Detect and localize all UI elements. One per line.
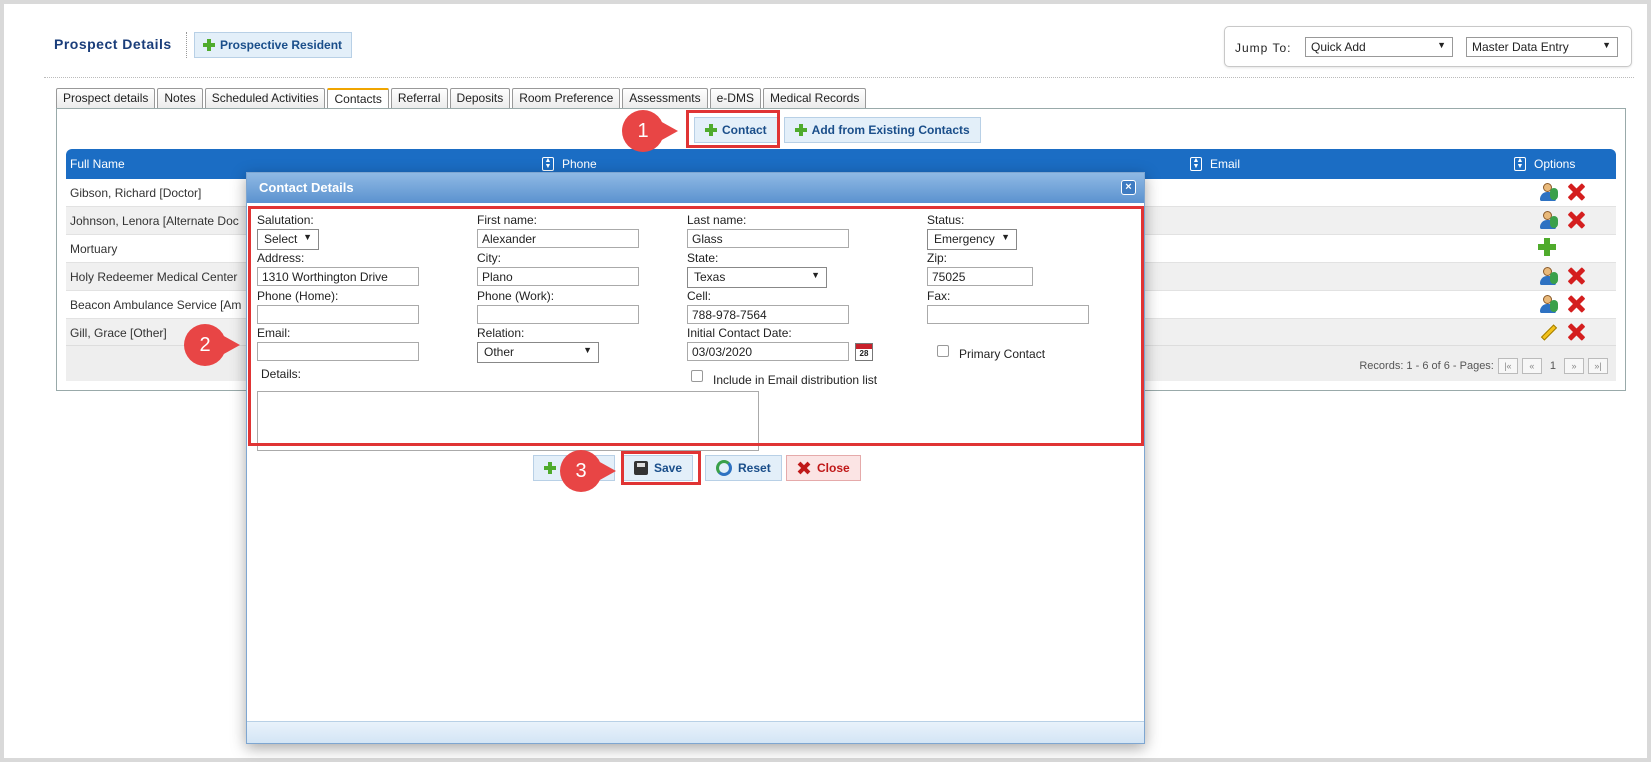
page-title: Prospect Details xyxy=(54,36,172,52)
plus-icon xyxy=(203,39,215,51)
prospective-resident-button[interactable]: Prospective Resident xyxy=(194,32,353,58)
add-from-existing-contacts-button[interactable]: Add from Existing Contacts xyxy=(783,117,981,143)
title-divider xyxy=(186,32,187,58)
tab-referral[interactable]: Referral xyxy=(390,88,448,108)
contact-name: Holy Redeemer Medical Center xyxy=(70,270,238,284)
master-data-entry-value: Master Data Entry xyxy=(1472,40,1569,54)
close-x-icon xyxy=(797,461,811,475)
edit-user-icon[interactable] xyxy=(1538,182,1558,202)
highlight-save-button xyxy=(621,451,701,485)
row-options xyxy=(1538,322,1586,342)
contact-name: Gill, Grace [Other] xyxy=(70,326,167,340)
sort-icon[interactable]: ▲ ▼ xyxy=(542,157,554,171)
delete-icon[interactable] xyxy=(1566,294,1586,314)
page-number: 1 xyxy=(1549,360,1556,372)
contact-name: Beacon Ambulance Service [Am xyxy=(70,298,242,312)
tab-deposits[interactable]: Deposits xyxy=(449,88,511,108)
row-options xyxy=(1538,182,1586,202)
dialog-title: Contact Details × xyxy=(247,173,1144,203)
page-header: Prospect Details Prospective Resident Ju… xyxy=(44,26,1634,78)
jump-to-panel: Jump To: Quick Add ▼ Master Data Entry ▼ xyxy=(1224,26,1632,67)
jump-to-label: Jump To: xyxy=(1235,41,1292,55)
tab-scheduled-activities[interactable]: Scheduled Activities xyxy=(204,88,326,108)
delete-icon[interactable] xyxy=(1566,266,1586,286)
add-from-existing-label: Add from Existing Contacts xyxy=(811,123,970,137)
tab-medical-records[interactable]: Medical Records xyxy=(762,88,867,108)
sort-icon[interactable]: ▲ ▼ xyxy=(1190,157,1202,171)
chevron-down-icon: ▼ xyxy=(1602,40,1611,50)
tab-room-preference[interactable]: Room Preference xyxy=(512,88,621,108)
dialog-bottom-bar xyxy=(247,721,1144,743)
column-email[interactable]: Email xyxy=(1210,157,1240,171)
reset-icon xyxy=(716,460,732,476)
delete-icon[interactable] xyxy=(1566,182,1586,202)
dialog-title-text: Contact Details xyxy=(259,180,354,195)
close-label: Close xyxy=(817,461,850,475)
highlight-contact-button xyxy=(686,110,780,148)
last-page-icon[interactable]: »| xyxy=(1588,358,1608,374)
column-options: Options xyxy=(1534,157,1576,171)
plus-icon xyxy=(544,462,556,474)
edit-user-icon[interactable] xyxy=(1538,210,1558,230)
row-options xyxy=(1538,266,1586,286)
chevron-down-icon: ▼ xyxy=(1437,40,1446,50)
reset-label: Reset xyxy=(738,461,771,475)
close-button[interactable]: Close xyxy=(786,455,861,481)
pencil-icon[interactable] xyxy=(1538,322,1558,342)
plus-icon xyxy=(794,124,807,136)
next-page-icon[interactable]: » xyxy=(1564,358,1584,374)
tab-assessments[interactable]: Assessments xyxy=(622,88,708,108)
contact-name: Johnson, Lenora [Alternate Doc xyxy=(70,214,239,228)
callout-1: 1 xyxy=(622,110,678,152)
prospective-resident-label: Prospective Resident xyxy=(220,38,343,52)
callout-2: 2 xyxy=(184,324,240,366)
row-options xyxy=(1538,210,1586,230)
close-icon[interactable]: × xyxy=(1121,180,1136,195)
add-icon[interactable] xyxy=(1538,238,1556,256)
quick-add-value: Quick Add xyxy=(1311,40,1366,54)
row-options xyxy=(1538,294,1586,314)
callout-3: 3 xyxy=(560,450,616,492)
edit-user-icon[interactable] xyxy=(1538,294,1558,314)
prev-page-icon[interactable]: « xyxy=(1521,358,1542,374)
edit-user-icon[interactable] xyxy=(1538,266,1558,286)
master-data-entry-select[interactable]: Master Data Entry ▼ xyxy=(1466,37,1618,57)
sort-icon[interactable]: ▲ ▼ xyxy=(1514,157,1526,171)
contact-name: Gibson, Richard [Doctor] xyxy=(70,186,202,200)
tab-bar: Prospect details Notes Scheduled Activit… xyxy=(56,88,867,108)
delete-icon[interactable] xyxy=(1566,210,1586,230)
app-window: Prospect Details Prospective Resident Ju… xyxy=(0,0,1651,762)
tab-prospect-details[interactable]: Prospect details xyxy=(56,88,156,108)
highlight-contact-form xyxy=(248,206,1144,446)
column-phone[interactable]: Phone xyxy=(562,157,597,171)
tab-e-dms[interactable]: e-DMS xyxy=(709,88,761,108)
column-full-name[interactable]: Full Name xyxy=(70,157,125,171)
tab-notes[interactable]: Notes xyxy=(157,88,203,108)
first-page-icon[interactable]: |« xyxy=(1497,358,1518,374)
reset-button[interactable]: Reset xyxy=(705,455,782,481)
delete-icon[interactable] xyxy=(1566,322,1586,342)
pager: Records: 1 - 6 of 6 - Pages: |« « 1 » »| xyxy=(1359,358,1608,374)
quick-add-select[interactable]: Quick Add ▼ xyxy=(1305,37,1453,57)
row-options xyxy=(1538,238,1556,256)
records-text: Records: 1 - 6 of 6 - Pages: xyxy=(1359,360,1494,372)
contact-name: Mortuary xyxy=(70,242,118,256)
tab-contacts[interactable]: Contacts xyxy=(327,88,389,108)
